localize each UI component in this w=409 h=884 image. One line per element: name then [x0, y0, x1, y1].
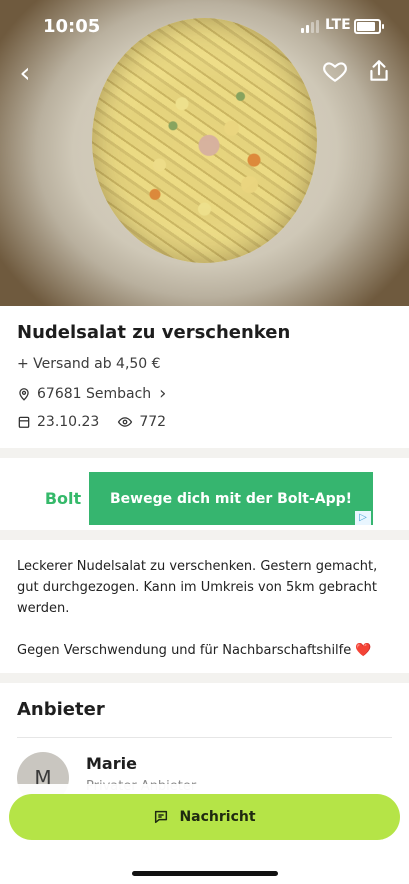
- signal-icon: [301, 20, 319, 33]
- battery-icon: [354, 19, 384, 34]
- bolt-logo: Bolt: [37, 472, 89, 525]
- calendar-icon: [18, 416, 30, 428]
- shipping-text: + Versand ab 4,50 €: [17, 356, 161, 372]
- seller-section-title: Anbieter: [17, 699, 105, 720]
- ad-choices-icon[interactable]: ▷: [355, 511, 371, 525]
- chevron-right-icon: ›: [159, 383, 167, 404]
- divider: [17, 737, 392, 738]
- seller-name[interactable]: Marie: [86, 754, 137, 773]
- message-button[interactable]: Nachricht: [9, 794, 400, 840]
- heart-icon: [323, 62, 347, 82]
- pasta-salad-photo: [92, 18, 317, 263]
- home-indicator[interactable]: [132, 871, 278, 876]
- ad-text-area: Bewege dich mit der Bolt-App! ▷: [89, 472, 373, 525]
- ad-text: Bewege dich mit der Bolt-App!: [109, 490, 353, 507]
- back-button[interactable]: ‹: [10, 58, 40, 88]
- favorite-button[interactable]: [322, 58, 352, 88]
- network-label: LTE: [325, 17, 351, 33]
- view-count: 772: [139, 414, 167, 430]
- listing-date: 23.10.23: [37, 414, 100, 430]
- listing-description: Leckerer Nudelsalat zu verschenken. Gest…: [17, 559, 378, 658]
- chevron-left-icon: ‹: [19, 56, 31, 89]
- message-icon: [155, 810, 168, 824]
- message-button-label: Nachricht: [179, 809, 256, 825]
- status-bar: 10:05 LTE: [0, 0, 409, 54]
- share-icon: [370, 60, 388, 81]
- share-button[interactable]: [366, 58, 396, 88]
- meta-row: 23.10.23 772: [17, 414, 166, 430]
- location-text: 67681 Sembach: [37, 386, 152, 402]
- eye-icon: [118, 417, 133, 427]
- ad-banner[interactable]: Bolt Bewege dich mit der Bolt-App! ▷: [37, 472, 373, 525]
- shipping-info: + Versand ab 4,50 €: [17, 356, 161, 372]
- status-time: 10:05: [43, 16, 101, 37]
- location-pin-icon: [19, 388, 29, 401]
- location-link[interactable]: 67681 Sembach ›: [17, 383, 167, 404]
- listing-title: Nudelsalat zu verschenken: [17, 322, 291, 343]
